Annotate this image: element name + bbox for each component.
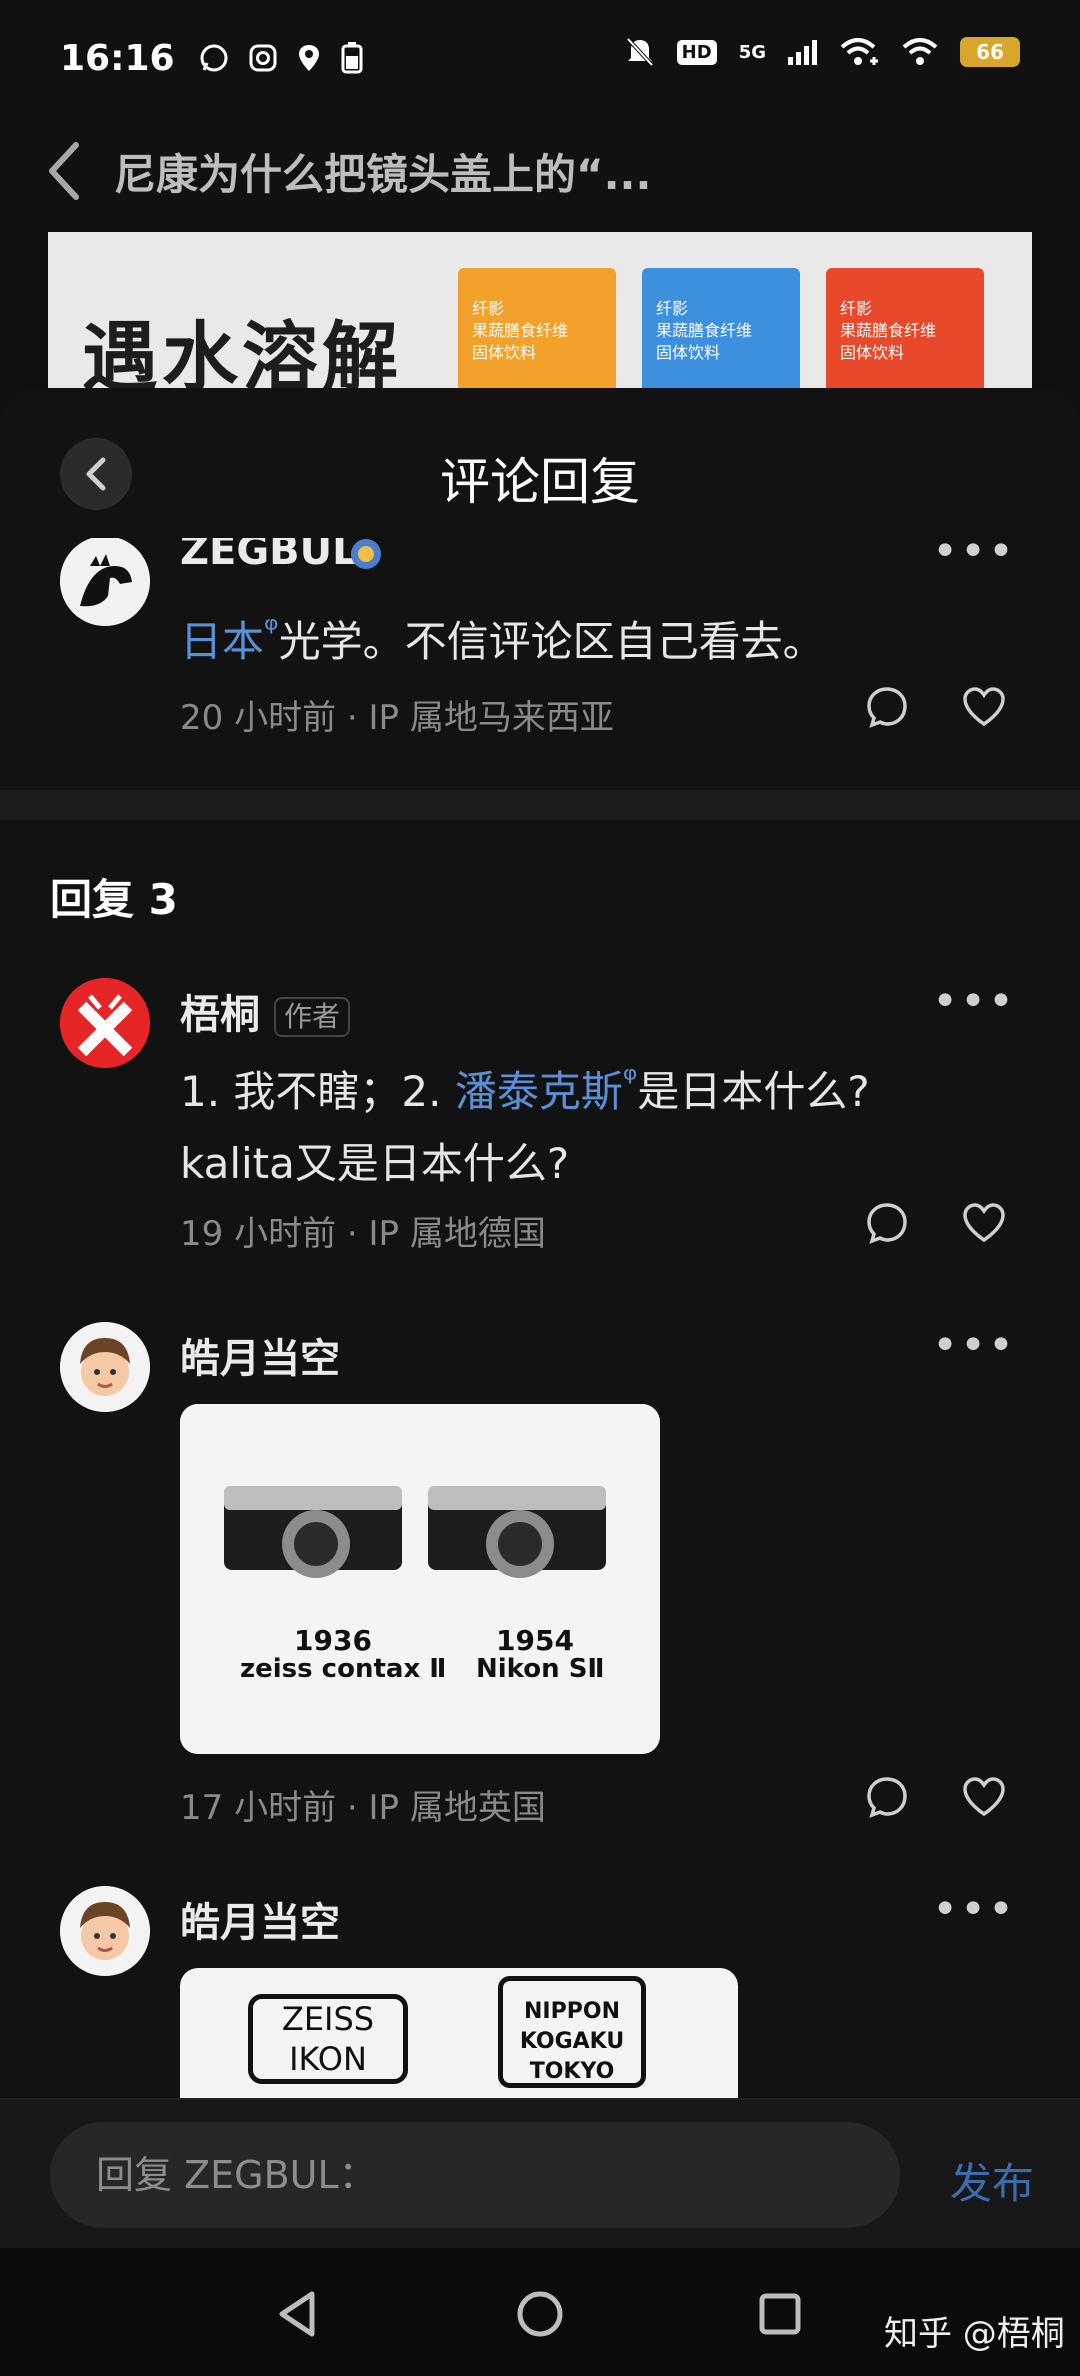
avatar[interactable] bbox=[60, 536, 150, 626]
comment-text-a: 1. 我不瞎；2. bbox=[180, 1067, 455, 1116]
reply-comment: 皓月当空 ••• 1936 zeiss contax Ⅱ 1954 Nikon … bbox=[0, 1320, 1080, 1842]
wifi-icon bbox=[902, 38, 938, 65]
comment-text-rest: 光学。不信评论区自己看去。 bbox=[278, 617, 825, 666]
status-time: 16:16 bbox=[60, 37, 175, 79]
sheet-header: 评论回复 bbox=[0, 388, 1080, 538]
status-bar: 16:16 HD 5G 66 bbox=[0, 0, 1080, 116]
reply-input-bar: 发布 bbox=[0, 2098, 1080, 2248]
location-icon bbox=[298, 45, 319, 71]
logo-left-line1: ZEISS bbox=[281, 2000, 375, 2038]
watermark: 知乎 @梧桐 bbox=[884, 2314, 1065, 2354]
reply-comment: 皓月当空 ••• ZEISS IKON NIPPON KOGAKU TOKYO bbox=[0, 1884, 1080, 2168]
whatsapp-icon bbox=[200, 44, 228, 72]
ad-banner[interactable]: 遇水溶解 纤影 果蔬膳食纤维 固体饮料 纤影 果蔬膳食纤维 固体饮料 纤影 果蔬… bbox=[48, 232, 1032, 402]
nav-recents-icon[interactable] bbox=[750, 2284, 810, 2344]
camera-comparison-image bbox=[180, 1404, 660, 1754]
ad-box-label: 纤影 果蔬膳食纤维 固体饮料 bbox=[840, 299, 937, 362]
comment-username[interactable]: 皓月当空 bbox=[180, 1326, 340, 1384]
memoji-avatar-icon bbox=[60, 1886, 150, 1976]
comment-text: 日本ᵠ光学。不信评论区自己看去。 bbox=[180, 594, 1000, 678]
reply-icon[interactable] bbox=[866, 1776, 908, 1818]
mute-bell-icon bbox=[626, 37, 654, 67]
reply-input[interactable] bbox=[50, 2122, 900, 2228]
sheet-title: 评论回复 bbox=[440, 453, 640, 511]
more-icon[interactable]: ••• bbox=[932, 976, 1016, 1027]
wifi-plus-icon bbox=[840, 38, 878, 65]
photo-right-year: 1954 bbox=[496, 1624, 574, 1657]
ad-product-box: 纤影 果蔬膳食纤维 固体饮料 bbox=[642, 268, 800, 402]
reply-icon[interactable] bbox=[866, 686, 908, 728]
more-icon[interactable]: ••• bbox=[932, 1320, 1016, 1371]
signal-icon bbox=[788, 40, 817, 65]
comment-meta: 20 小时前 · IP 属地马来西亚 bbox=[180, 698, 614, 738]
article-title[interactable]: 尼康为什么把镜头盖上的“... bbox=[114, 141, 651, 202]
hd-badge: HD bbox=[676, 39, 717, 65]
logo-right-line1: NIPPON bbox=[524, 1999, 620, 2024]
avatar[interactable] bbox=[60, 1886, 150, 1976]
photo-left-model: zeiss contax Ⅱ bbox=[240, 1654, 447, 1684]
author-tag: 作者 bbox=[274, 997, 351, 1037]
logo-right-line2: KOGAKU bbox=[519, 2029, 625, 2054]
like-icon[interactable] bbox=[962, 1202, 1006, 1244]
memoji-avatar-icon bbox=[60, 1322, 150, 1412]
ad-box-label: 纤影 果蔬膳食纤维 固体饮料 bbox=[472, 299, 569, 362]
replies-heading: 回复 3 bbox=[50, 875, 178, 924]
search-link[interactable]: 日本 bbox=[180, 617, 264, 666]
red-x-avatar-icon bbox=[60, 978, 150, 1068]
comment-text: 1. 我不瞎；2. 潘泰克斯ᵠ是日本什么? kalita又是日本什么? bbox=[180, 1044, 1000, 1200]
avatar[interactable] bbox=[60, 1322, 150, 1412]
username-text: 梧桐 bbox=[180, 992, 260, 1038]
like-icon[interactable] bbox=[962, 686, 1006, 728]
publish-button[interactable]: 发布 bbox=[950, 2150, 1034, 2211]
bird-avatar-icon bbox=[60, 536, 150, 626]
logo-left-line2: IKON bbox=[289, 2040, 367, 2078]
status-right-icons: HD 5G 66 bbox=[625, 36, 1020, 68]
avatar[interactable] bbox=[60, 978, 150, 1068]
reply-icon[interactable] bbox=[866, 1202, 908, 1244]
comment-username[interactable]: 皓月当空 bbox=[180, 1890, 340, 1948]
nippon-kogaku-logo: NIPPON KOGAKU TOKYO bbox=[498, 1976, 646, 2088]
article-header: 尼康为什么把镜头盖上的“... bbox=[0, 116, 1080, 226]
instagram-icon bbox=[249, 44, 277, 72]
section-divider bbox=[0, 790, 1080, 820]
nav-home-icon[interactable] bbox=[510, 2284, 570, 2344]
more-icon[interactable]: ••• bbox=[932, 1884, 1016, 1935]
comment-text-b: 是日本什么? bbox=[637, 1067, 870, 1116]
back-chevron-icon[interactable] bbox=[44, 139, 84, 203]
nav-back-icon[interactable] bbox=[268, 2284, 328, 2344]
comment-photo[interactable]: 1936 zeiss contax Ⅱ 1954 Nikon SⅡ bbox=[180, 1404, 660, 1754]
search-link-icon: ᵠ bbox=[622, 1060, 638, 1100]
photo-right-model: Nikon SⅡ bbox=[476, 1654, 605, 1684]
comment-meta: 17 小时前 · IP 属地英国 bbox=[180, 1788, 546, 1828]
status-left-icons bbox=[199, 42, 363, 74]
reply-comment: 梧桐 作者 ••• 1. 我不瞎；2. 潘泰克斯ᵠ是日本什么? kalita又是日… bbox=[0, 976, 1080, 1298]
battery-saver-icon bbox=[341, 42, 363, 74]
zeiss-ikon-logo: ZEISS IKON bbox=[248, 1994, 408, 2084]
photo-left-year: 1936 bbox=[294, 1624, 372, 1657]
comment-text-line2: kalita又是日本什么? bbox=[180, 1139, 570, 1188]
comment-meta: 19 小时前 · IP 属地德国 bbox=[180, 1214, 546, 1254]
battery-indicator: 66 bbox=[960, 37, 1020, 67]
network-5g-label: 5G bbox=[738, 41, 766, 63]
like-icon[interactable] bbox=[962, 1776, 1006, 1818]
search-link[interactable]: 潘泰克斯 bbox=[455, 1067, 623, 1116]
badge-icon bbox=[351, 539, 381, 569]
search-link-icon: ᵠ bbox=[264, 610, 279, 650]
ad-product-box: 纤影 果蔬膳食纤维 固体饮料 bbox=[458, 268, 616, 402]
ad-headline: 遇水溶解 bbox=[82, 313, 402, 402]
comment-username[interactable]: 梧桐 作者 bbox=[180, 982, 351, 1040]
logo-right-line3: TOKYO bbox=[529, 2059, 615, 2084]
ad-box-label: 纤影 果蔬膳食纤维 固体饮料 bbox=[656, 299, 753, 362]
ad-product-box: 纤影 果蔬膳食纤维 固体饮料 bbox=[826, 268, 984, 402]
comment-reply-sheet: 评论回复 ZEGBUL ••• 日本ᵠ光学。不信评论区自己看去。 20 小时前 … bbox=[0, 388, 1080, 2248]
